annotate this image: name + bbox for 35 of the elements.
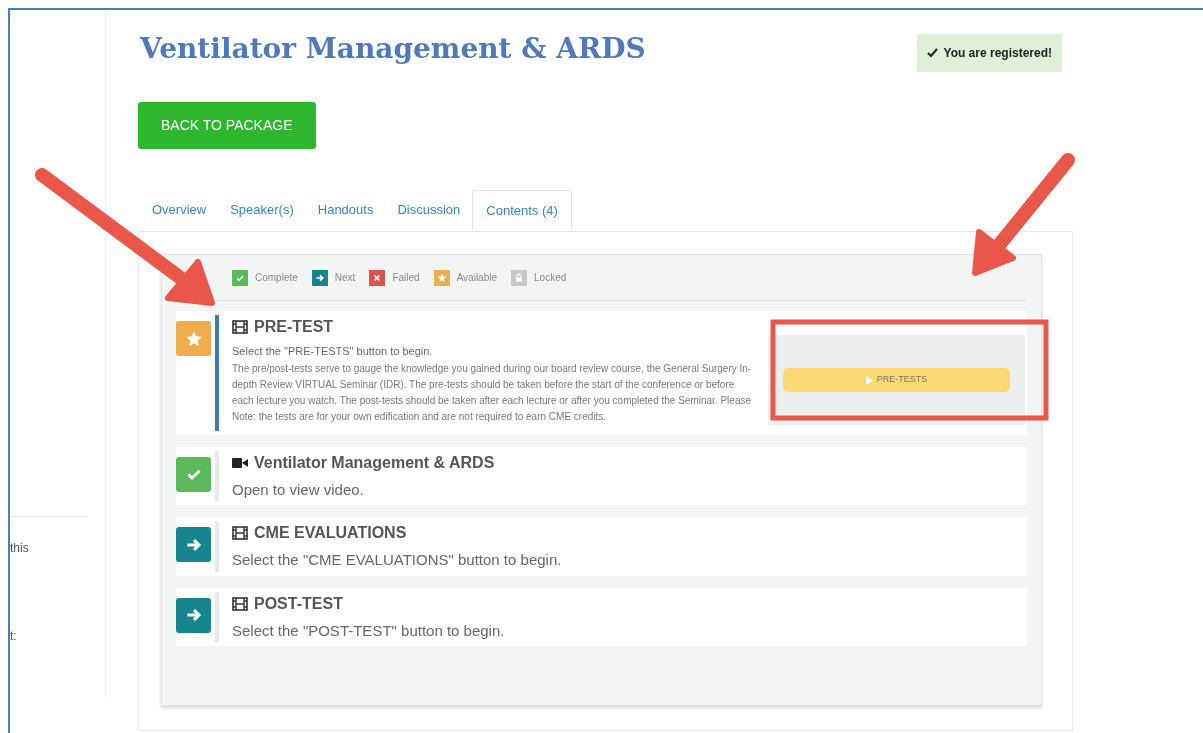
legend-label: Complete (255, 271, 298, 285)
legend-label: Available (456, 271, 498, 285)
tab[interactable]: Speaker(s) (218, 190, 306, 230)
item-subtitle: Select the "POST-TEST" button to begin. (232, 620, 506, 641)
tab[interactable]: Contents (4) (472, 190, 572, 230)
pre-tests-button[interactable]: PRE-TESTS (783, 368, 1010, 392)
sidebar-text: t: (10, 628, 18, 645)
check-icon (926, 48, 938, 58)
film-icon (232, 526, 248, 540)
item-title: POST-TEST (254, 593, 343, 614)
legend-label: Failed (392, 271, 420, 285)
item-subtitle: Open to view video. (232, 479, 365, 500)
content-item[interactable] (176, 311, 1027, 435)
tab[interactable]: Handouts (305, 190, 386, 230)
item-subtitle: Select the "CME EVALUATIONS" button to begin. (232, 550, 563, 570)
page-title: Ventilator Management & ARDS (138, 31, 646, 67)
item-subtitle: Select the "PRE-TESTS" button to begin. (232, 344, 434, 359)
sidebar-text: this (10, 540, 30, 557)
film-icon (232, 596, 248, 611)
film-icon (232, 320, 248, 334)
back-to-package-button[interactable]: BACK TO PACKAGE (138, 102, 316, 149)
item-title: CME EVALUATIONS (254, 523, 407, 543)
item-title: Ventilator Management & ARDS (254, 452, 495, 473)
legend-label: Next (334, 271, 356, 285)
play-icon (865, 375, 873, 385)
content-item[interactable]: POST-TEST Select the "POST-TEST" button to begin. (176, 587, 1027, 646)
video-camera-icon (232, 456, 248, 469)
tab[interactable]: Discussion (385, 190, 473, 230)
registered-text: You are registered! (943, 45, 1052, 62)
legend-label: Locked (534, 271, 567, 285)
tab[interactable]: Overview (140, 190, 219, 230)
item-title: PRE-TEST (254, 317, 334, 337)
item-description: The pre/post-tests serve to gauge the knowledge you gained during our board review course, the General Surgery In-depth Review VIRTUAL Seminar (IDR). The pre-tests should be taken before the start of the conference or before each lecture you watch. The post-tests should be taken after each lecture or after you completed the Seminar. Please Note: the tests are for your own edification and are not required to earn CME credits. (232, 361, 752, 424)
content-item[interactable]: CME EVALUATIONS Select the "CME EVALUATIONS" button to begin. (176, 517, 1027, 576)
content-item[interactable]: Ventilator Management & ARDS Open to view video. (176, 446, 1027, 505)
